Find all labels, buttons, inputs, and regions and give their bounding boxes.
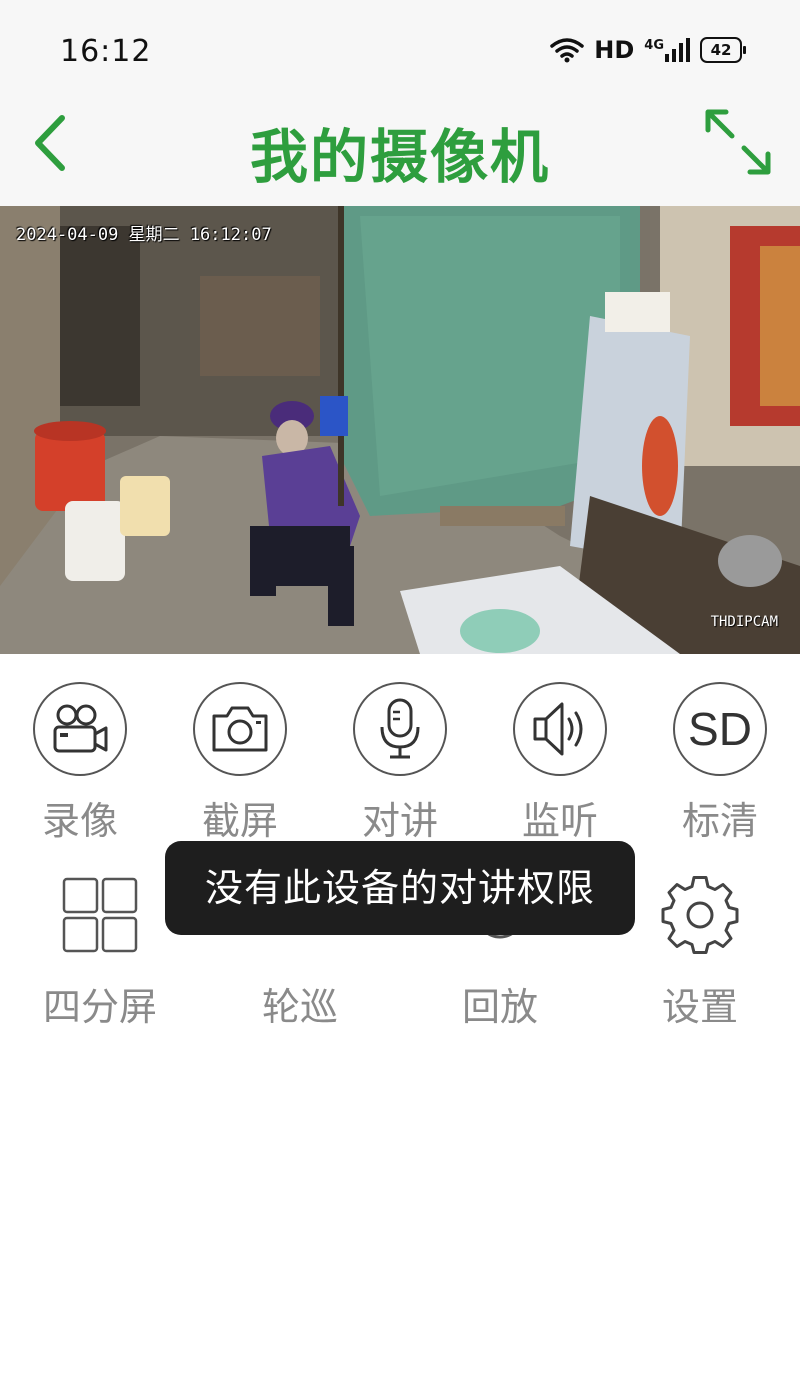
sd-icon: SD bbox=[688, 703, 752, 755]
page-title: 我的摄像机 bbox=[249, 123, 550, 191]
video-watermark: THDIPCAM bbox=[710, 614, 778, 630]
camera-screen: 16:12 HD 4G 42 我的摄像机 2024-04-09 星期二 16:1… bbox=[0, 0, 800, 1386]
quality-button[interactable]: SD 标清 bbox=[670, 682, 770, 845]
screenshot-button-circle bbox=[193, 682, 287, 776]
screenshot-label: 截屏 bbox=[201, 799, 278, 843]
record-button-circle bbox=[33, 682, 127, 776]
signal-icon bbox=[665, 38, 690, 62]
quad-grid-icon bbox=[62, 877, 138, 953]
app-header: 我的摄像机 bbox=[0, 96, 800, 206]
quad-screen-icon-wrap bbox=[53, 868, 147, 962]
video-camera-icon bbox=[53, 704, 108, 753]
speaker-icon bbox=[533, 702, 583, 756]
screenshot-button[interactable]: 截屏 bbox=[190, 682, 290, 845]
settings-button[interactable]: 设置 bbox=[650, 868, 750, 1031]
permission-toast: 没有此设备的对讲权限 bbox=[165, 841, 635, 935]
video-frame-image bbox=[0, 206, 800, 654]
intercom-button-circle bbox=[353, 682, 447, 776]
listen-label: 监听 bbox=[521, 799, 598, 843]
video-timestamp: 2024-04-09 星期二 16:12:07 bbox=[16, 225, 272, 245]
quad-screen-label: 四分屏 bbox=[42, 985, 157, 1029]
playback-label: 回放 bbox=[461, 985, 538, 1029]
camera-icon bbox=[212, 706, 268, 752]
status-icons: HD 4G 42 bbox=[550, 36, 746, 64]
battery-indicator: 42 bbox=[700, 37, 746, 63]
expand-icon bbox=[705, 109, 771, 175]
record-label: 录像 bbox=[41, 799, 118, 843]
patrol-label: 轮巡 bbox=[261, 985, 338, 1029]
record-button[interactable]: 录像 bbox=[30, 682, 130, 845]
gear-icon bbox=[661, 876, 739, 954]
status-time: 16:12 bbox=[60, 34, 152, 69]
hd-indicator: HD bbox=[594, 36, 635, 64]
status-bar: 16:12 HD 4G 42 bbox=[0, 0, 800, 96]
intercom-button[interactable]: 对讲 bbox=[350, 682, 450, 845]
signal-group: 4G bbox=[644, 37, 690, 63]
network-type: 4G bbox=[644, 38, 664, 53]
quality-label: 标清 bbox=[681, 799, 758, 843]
listen-button-circle bbox=[513, 682, 607, 776]
quality-button-circle: SD bbox=[673, 682, 767, 776]
settings-icon-wrap bbox=[653, 868, 747, 962]
wifi-icon bbox=[550, 38, 585, 63]
microphone-icon bbox=[380, 698, 420, 759]
fullscreen-button[interactable] bbox=[704, 108, 772, 176]
camera-video-feed[interactable]: 2024-04-09 星期二 16:12:07 THDIPCAM bbox=[0, 206, 800, 654]
settings-label: 设置 bbox=[661, 985, 738, 1029]
quad-screen-button[interactable]: 四分屏 bbox=[30, 868, 170, 1031]
listen-button[interactable]: 监听 bbox=[510, 682, 610, 845]
intercom-label: 对讲 bbox=[361, 799, 438, 843]
